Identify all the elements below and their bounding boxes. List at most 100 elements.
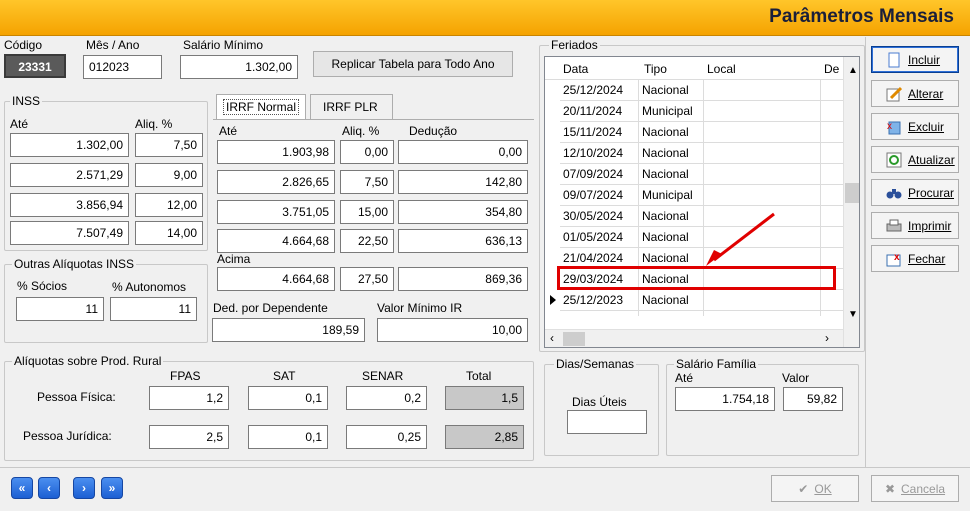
minimo-label: Valor Mínimo IR bbox=[377, 301, 463, 315]
excluir-button[interactable]: x Excluir bbox=[871, 113, 959, 140]
inss-aliq-2[interactable]: 9,00 bbox=[135, 163, 203, 187]
irrf-deducao-label: Dedução bbox=[409, 124, 458, 138]
grid-col-data[interactable]: Data bbox=[563, 62, 588, 76]
inss-ate-4[interactable]: 7.507,49 bbox=[10, 221, 129, 245]
fechar-button[interactable]: x Fechar bbox=[871, 245, 959, 272]
previous-record-button[interactable]: ‹ bbox=[38, 477, 60, 499]
irrf-aliq-1[interactable]: 0,00 bbox=[340, 140, 394, 164]
rural-col-sat: SAT bbox=[273, 369, 296, 383]
alterar-button[interactable]: Alterar bbox=[871, 80, 959, 107]
hscroll-thumb[interactable] bbox=[563, 332, 585, 346]
familia-ate-field[interactable]: 1.754,18 bbox=[675, 387, 775, 411]
cancel-icon: ✖ bbox=[884, 481, 896, 496]
table-row[interactable]: 07/09/2024 Nacional bbox=[560, 164, 843, 185]
salario-field[interactable]: 1.302,00 bbox=[180, 55, 298, 79]
table-row[interactable]: 09/07/2024 Municipal bbox=[560, 185, 843, 206]
next-record-button[interactable]: › bbox=[73, 477, 95, 499]
mesano-field[interactable]: 012023 bbox=[83, 55, 162, 79]
rural-col-fpas: FPAS bbox=[170, 369, 201, 383]
irrf-ate-2[interactable]: 2.826,65 bbox=[217, 170, 335, 194]
scroll-thumb[interactable] bbox=[845, 183, 859, 203]
imprimir-button[interactable]: Imprimir bbox=[871, 212, 959, 239]
irrf-aliq-3[interactable]: 15,00 bbox=[340, 200, 394, 224]
familia-ate-label: Até bbox=[675, 371, 694, 385]
inss-aliq-3[interactable]: 12,00 bbox=[135, 193, 203, 217]
cancela-button[interactable]: ✖ Cancela bbox=[871, 475, 959, 502]
irrf-deducao-2[interactable]: 142,80 bbox=[398, 170, 528, 194]
inss-ate-1[interactable]: 1.302,00 bbox=[10, 133, 129, 157]
codigo-label: Código bbox=[4, 38, 43, 52]
rural-col-total: Total bbox=[466, 369, 492, 383]
irrf-ate-4[interactable]: 4.664,68 bbox=[217, 229, 335, 253]
irrf-acima-deducao[interactable]: 869,36 bbox=[398, 267, 528, 291]
juridica-fpas[interactable]: 2,5 bbox=[149, 425, 229, 449]
scroll-left-icon[interactable]: ‹ bbox=[550, 331, 554, 345]
atualizar-button[interactable]: Atualizar bbox=[871, 146, 959, 173]
dias-uteis-label: Dias Úteis bbox=[572, 395, 627, 409]
outras-title: Outras Alíquotas INSS bbox=[12, 257, 137, 271]
scroll-down-icon[interactable]: ▼ bbox=[848, 309, 858, 320]
tab-divider bbox=[213, 119, 534, 120]
inss-title: INSS bbox=[10, 94, 43, 108]
scroll-up-icon[interactable]: ▲ bbox=[848, 65, 858, 76]
table-row[interactable]: 15/11/2024 Nacional bbox=[560, 122, 843, 143]
irrf-acima-ate[interactable]: 4.664,68 bbox=[217, 267, 335, 291]
incluir-button[interactable]: Incluir bbox=[871, 46, 959, 73]
ok-button[interactable]: ✔ OK bbox=[771, 475, 859, 502]
dias-title: Dias/Semanas bbox=[554, 357, 637, 371]
irrf-aliq-4[interactable]: 22,50 bbox=[340, 229, 394, 253]
fisica-label: Pessoa Física: bbox=[37, 390, 116, 404]
dependente-field[interactable]: 189,59 bbox=[212, 318, 365, 342]
annotation-arrow-icon bbox=[706, 212, 775, 266]
table-row[interactable]: 20/11/2024 Municipal bbox=[560, 101, 843, 122]
feriados-title: Feriados bbox=[549, 38, 600, 52]
irrf-ate-1[interactable]: 1.903,98 bbox=[217, 140, 335, 164]
inss-ate-3[interactable]: 3.856,94 bbox=[10, 193, 129, 217]
grid-col-tipo[interactable]: Tipo bbox=[644, 62, 667, 76]
procurar-button[interactable]: Procurar bbox=[871, 179, 959, 206]
binoculars-icon bbox=[886, 188, 902, 198]
irrf-aliq-label: Aliq. % bbox=[342, 124, 380, 138]
inss-ate-2[interactable]: 2.571,29 bbox=[10, 163, 129, 187]
irrf-ate-3[interactable]: 3.751,05 bbox=[217, 200, 335, 224]
feriados-grid[interactable]: Data Tipo Local De 25/12/2024 Nacional 20… bbox=[544, 56, 860, 348]
table-row[interactable]: 12/10/2024 Nacional bbox=[560, 143, 843, 164]
minimo-field[interactable]: 10,00 bbox=[377, 318, 528, 342]
irrf-deducao-1[interactable]: 0,00 bbox=[398, 140, 528, 164]
fisica-sat[interactable]: 0,1 bbox=[248, 386, 328, 410]
juridica-sat[interactable]: 0,1 bbox=[248, 425, 328, 449]
title-bar: Parâmetros Mensais bbox=[0, 0, 970, 36]
last-record-button[interactable]: » bbox=[101, 477, 123, 499]
table-row[interactable]: 25/12/2024 Nacional bbox=[560, 80, 843, 101]
first-record-button[interactable]: « bbox=[11, 477, 33, 499]
tab-irrf-plr[interactable]: IRRF PLR bbox=[310, 94, 393, 119]
svg-text:x: x bbox=[894, 252, 900, 263]
printer-icon bbox=[886, 219, 902, 231]
socios-field[interactable]: 11 bbox=[16, 297, 104, 321]
inss-aliq-4[interactable]: 14,00 bbox=[135, 221, 203, 245]
grid-header: Data Tipo Local De bbox=[545, 57, 859, 80]
irrf-ate-label: Até bbox=[219, 124, 238, 138]
rural-title: Alíquotas sobre Prod. Rural bbox=[12, 354, 164, 368]
replicar-button[interactable]: Replicar Tabela para Todo Ano bbox=[313, 51, 513, 77]
irrf-deducao-3[interactable]: 354,80 bbox=[398, 200, 528, 224]
fisica-total: 1,5 bbox=[445, 386, 524, 410]
horizontal-scrollbar[interactable]: ‹ › bbox=[545, 329, 843, 347]
irrf-acima-aliq[interactable]: 27,50 bbox=[340, 267, 394, 291]
vertical-scrollbar[interactable]: ▲ ▼ bbox=[843, 57, 859, 347]
codigo-field[interactable]: 23331 bbox=[4, 54, 66, 78]
familia-valor-field[interactable]: 59,82 bbox=[783, 387, 843, 411]
table-row-current[interactable]: 25/12/2023 Nacional bbox=[560, 290, 843, 311]
scroll-right-icon[interactable]: › bbox=[825, 331, 829, 345]
inss-aliq-1[interactable]: 7,50 bbox=[135, 133, 203, 157]
dias-uteis-field[interactable] bbox=[567, 410, 647, 434]
grid-col-de[interactable]: De bbox=[824, 62, 839, 76]
autonomos-field[interactable]: 11 bbox=[110, 297, 197, 321]
irrf-aliq-2[interactable]: 7,50 bbox=[340, 170, 394, 194]
grid-col-local[interactable]: Local bbox=[707, 62, 736, 76]
irrf-deducao-4[interactable]: 636,13 bbox=[398, 229, 528, 253]
fisica-senar[interactable]: 0,2 bbox=[346, 386, 427, 410]
juridica-senar[interactable]: 0,25 bbox=[346, 425, 427, 449]
tab-irrf-normal[interactable]: IRRF Normal bbox=[216, 94, 307, 120]
fisica-fpas[interactable]: 1,2 bbox=[149, 386, 229, 410]
